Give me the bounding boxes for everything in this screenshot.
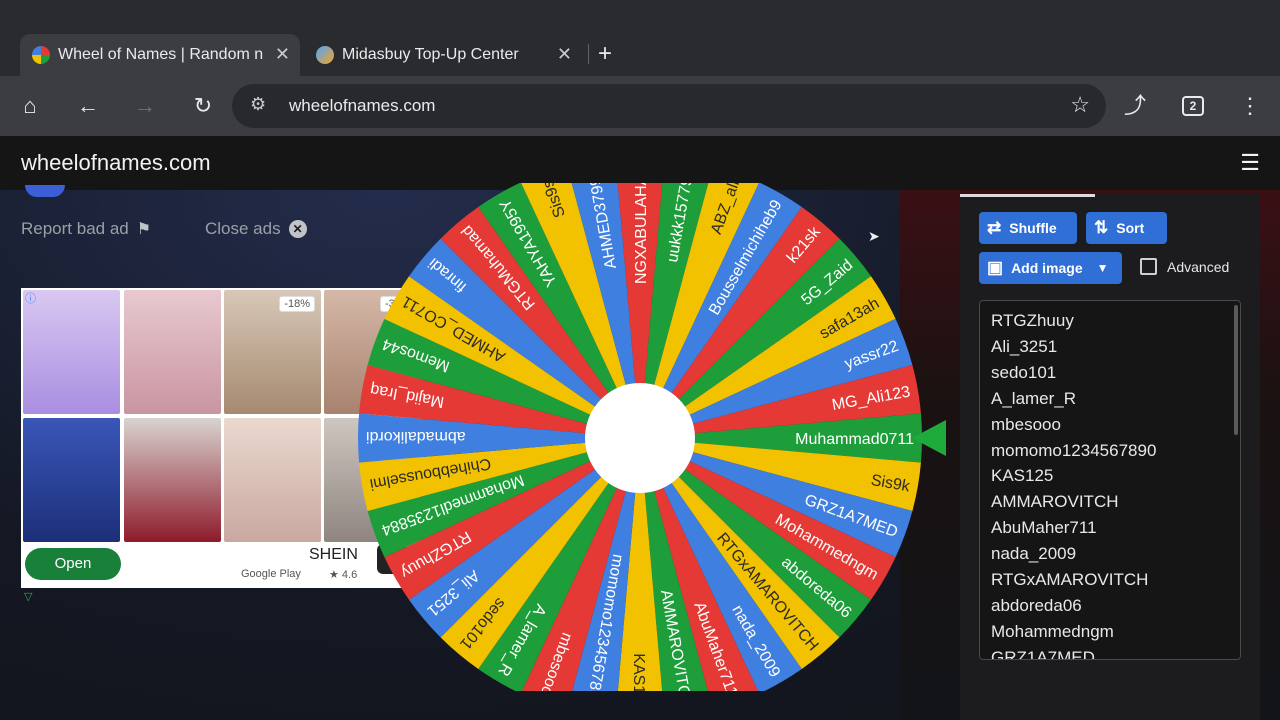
- image-icon: ▣: [987, 258, 1004, 277]
- mouse-cursor-icon: ➤: [868, 228, 880, 244]
- entry-line[interactable]: sedo101: [991, 363, 1056, 383]
- entry-line[interactable]: nada_2009: [991, 544, 1076, 564]
- wheel-center-hub[interactable]: [585, 383, 695, 493]
- entry-line[interactable]: RTGxAMAROVITCH: [991, 570, 1148, 590]
- entry-line[interactable]: abdoreda06: [991, 596, 1082, 616]
- ad-advertiser: SHEIN: [309, 546, 358, 563]
- sort-label: Sort: [1116, 220, 1145, 236]
- decorative-shape: [25, 185, 65, 197]
- bookmark-star-icon[interactable]: ☆: [1070, 92, 1090, 118]
- checkbox-box[interactable]: [1140, 258, 1157, 275]
- close-ads-label: Close ads: [205, 219, 281, 238]
- wheel-segment-label: NGXABULAHAB: [633, 183, 650, 284]
- site-brand[interactable]: wheelofnames.com: [21, 150, 211, 176]
- entries-panel: ⇄ Shuffle ⇅ Sort ▣ Add image ▼ Advanced …: [960, 194, 1260, 720]
- wheel-segment-label: Muhammad0711: [795, 431, 914, 448]
- entry-line[interactable]: Ali_3251: [991, 337, 1057, 357]
- discount-badge: -18%: [279, 296, 315, 312]
- wheel-segment-label: abmadalikordi: [366, 428, 466, 445]
- midasbuy-favicon-icon: [316, 46, 334, 64]
- shuffle-button[interactable]: ⇄ Shuffle: [979, 212, 1077, 244]
- more-menu-icon[interactable]: ⋮: [1236, 92, 1264, 120]
- add-image-button[interactable]: ▣ Add image ▼: [979, 252, 1122, 284]
- tab-separator: [588, 44, 589, 64]
- tab-title: Midasbuy Top-Up Center: [342, 46, 519, 63]
- wheel-graphic[interactable]: Muhammad0711Sis9kGRZ1A7MEDMohammedngmabd…: [358, 183, 922, 691]
- shuffle-icon: ⇄: [987, 218, 1002, 237]
- ad-open-button[interactable]: Open: [25, 548, 121, 580]
- site-settings-icon[interactable]: ⚙: [250, 94, 266, 115]
- entry-line[interactable]: AbuMaher711: [991, 518, 1097, 538]
- flag-icon: ⚑: [136, 221, 152, 238]
- entries-textarea[interactable]: RTGZhuuy Ali_3251 sedo101 A_lamer_Rmbesooo m…: [979, 300, 1241, 660]
- name-wheel[interactable]: Muhammad0711 Sis9k GRZ1A7MED Mohammedngm abd…: [358, 183, 922, 691]
- share-icon[interactable]: ⤴: [1121, 92, 1149, 120]
- site-header: wheelofnames.com ☰: [0, 136, 1280, 190]
- close-tab-icon[interactable]: ✕: [557, 44, 572, 65]
- advanced-checkbox[interactable]: Advanced: [1140, 258, 1229, 275]
- entry-line[interactable]: A_lamer_R: [991, 389, 1076, 409]
- tab-wheel-of-names[interactable]: Wheel of Names | Random n ✕: [20, 34, 300, 76]
- chevron-down-icon[interactable]: ▼: [1097, 261, 1109, 275]
- wheel-segment-label: KAS125: [630, 653, 647, 691]
- report-bad-ad-label: Report bad ad: [21, 219, 129, 238]
- entry-line[interactable]: AMMAROVITCH: [991, 492, 1119, 512]
- entry-line[interactable]: mbesooo: [991, 415, 1061, 435]
- home-icon[interactable]: ⌂: [16, 92, 44, 120]
- sort-icon: ⇅: [1094, 218, 1109, 237]
- forward-icon[interactable]: →: [131, 92, 159, 120]
- sort-button[interactable]: ⇅ Sort: [1086, 212, 1167, 244]
- shuffle-label: Shuffle: [1009, 220, 1057, 236]
- entry-line[interactable]: RTGZhuuy: [991, 311, 1074, 331]
- reload-icon[interactable]: ↻: [189, 92, 217, 120]
- add-image-label: Add image: [1011, 260, 1083, 276]
- address-bar[interactable]: ⚙ wheelofnames.com ☆: [232, 84, 1106, 128]
- advanced-label: Advanced: [1167, 258, 1230, 275]
- tab-count-button[interactable]: 2: [1182, 96, 1204, 116]
- entry-line[interactable]: Mohammedngm: [991, 622, 1114, 642]
- close-circle-icon: ✕: [288, 220, 307, 238]
- new-tab-icon[interactable]: +: [598, 40, 612, 68]
- ad-info-icon[interactable]: ⓘ: [25, 290, 36, 306]
- entries-scrollbar[interactable]: [1234, 305, 1238, 435]
- wheel-favicon-icon: [32, 46, 50, 64]
- tab-midasbuy[interactable]: Midasbuy Top-Up Center ✕: [306, 34, 582, 76]
- adchoices-icon[interactable]: ▽: [24, 590, 32, 603]
- ad-rating: ★ 4.6: [329, 569, 358, 581]
- tab-title: Wheel of Names | Random n: [58, 46, 264, 63]
- active-tab-indicator: [960, 194, 1095, 197]
- entry-line[interactable]: KAS125: [991, 466, 1053, 486]
- ad-image-shoes[interactable]: -18%: [224, 290, 321, 414]
- google-play-label: Google Play: [241, 568, 301, 580]
- ad-image-baby[interactable]: [224, 418, 321, 542]
- close-ads-link[interactable]: Close ads ✕: [205, 219, 307, 239]
- hamburger-menu-icon[interactable]: ☰: [1240, 150, 1260, 176]
- wheel-pointer: [912, 420, 946, 456]
- close-tab-icon[interactable]: ✕: [275, 44, 290, 65]
- ad-image-phonecase[interactable]: [124, 290, 221, 414]
- entry-line[interactable]: GRZ1A7MED: [991, 648, 1095, 659]
- ad-image-dress[interactable]: [23, 290, 120, 414]
- ad-image-kaftan[interactable]: [23, 418, 120, 542]
- entry-line[interactable]: momomo1234567890: [991, 441, 1156, 461]
- ad-image-red-dress[interactable]: [124, 418, 221, 542]
- report-bad-ad-link[interactable]: Report bad ad ⚑: [21, 219, 151, 239]
- back-icon[interactable]: ←: [74, 92, 102, 120]
- url-text[interactable]: wheelofnames.com: [289, 96, 435, 116]
